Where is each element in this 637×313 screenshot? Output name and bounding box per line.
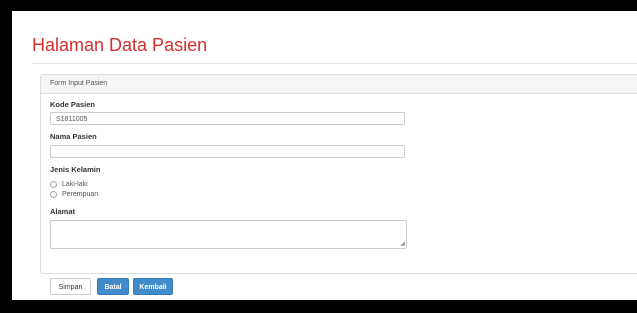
page-content: Halaman Data Pasien Form Input Pasien Ko… <box>12 11 637 300</box>
form-panel: Form Input Pasien Kode Pasien S1811005 N… <box>40 74 637 295</box>
kode-pasien-label: Kode Pasien <box>50 100 96 109</box>
kode-pasien-input[interactable]: S1811005 <box>50 112 405 125</box>
radio-circle-icon[interactable] <box>50 181 57 188</box>
alamat-textarea[interactable]: ◢ <box>50 220 407 249</box>
panel-heading: Form Input Pasien <box>41 75 637 94</box>
simpan-button[interactable]: Simpan <box>50 278 91 295</box>
radio-laki-laki[interactable]: Laki-laki <box>50 181 88 188</box>
kembali-button[interactable]: Kembali <box>133 278 173 295</box>
radio-circle-icon[interactable] <box>50 191 57 198</box>
nama-pasien-label: Nama Pasien <box>50 132 97 141</box>
page-title: Halaman Data Pasien <box>32 35 208 55</box>
jenis-kelamin-label: Jenis Kelamin <box>50 165 101 174</box>
nama-pasien-input[interactable] <box>50 145 405 158</box>
batal-button[interactable]: Batal <box>97 278 129 295</box>
alamat-label: Alamat <box>50 207 76 216</box>
radio-perempuan[interactable]: Perempuan <box>50 191 98 198</box>
resize-handle-icon[interactable]: ◢ <box>400 241 405 247</box>
radio-laki-laki-label: Laki-laki <box>62 181 88 188</box>
title-divider <box>32 63 637 64</box>
radio-perempuan-label: Perempuan <box>62 191 99 198</box>
